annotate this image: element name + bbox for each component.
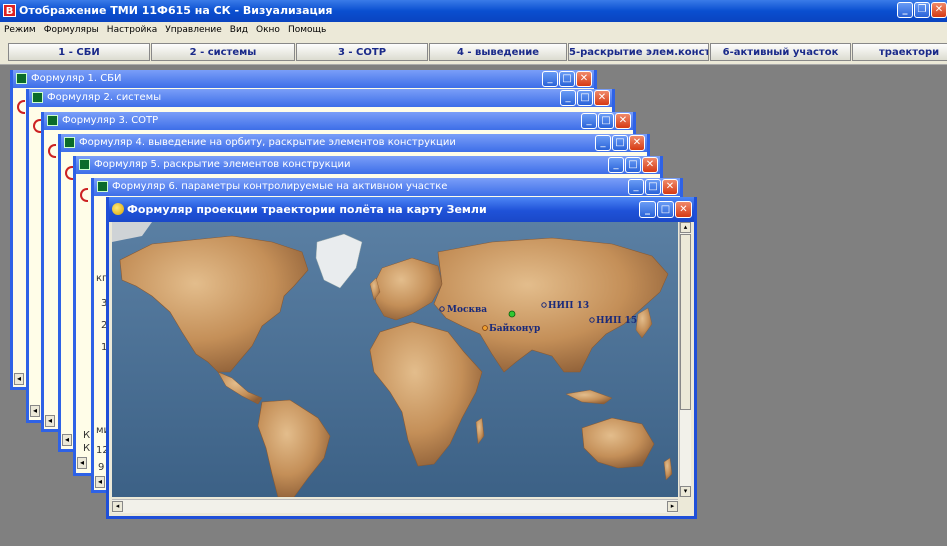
gauge-icon bbox=[80, 188, 88, 202]
form-icon bbox=[79, 159, 90, 170]
form-icon bbox=[47, 115, 58, 126]
form-4-title: Формуляр 4. выведение на орбиту, раскрыт… bbox=[79, 137, 456, 148]
form-4-title-bar[interactable]: Формуляр 4. выведение на орбиту, раскрыт… bbox=[61, 134, 647, 152]
maximize-icon[interactable]: □ bbox=[645, 179, 661, 195]
scroll-left-icon[interactable]: ◂ bbox=[112, 501, 123, 512]
form-5-title: Формуляр 5. раскрытие элементов конструк… bbox=[94, 159, 351, 170]
scroll-right-icon[interactable]: ▸ bbox=[667, 501, 678, 512]
app-window-controls: _ ❐ ✕ bbox=[896, 2, 947, 20]
form-icon bbox=[97, 181, 108, 192]
app-title-bar: В Отображение ТМИ 11Ф615 на СК - Визуали… bbox=[0, 0, 947, 22]
close-icon[interactable]: ✕ bbox=[576, 71, 592, 87]
maximize-icon[interactable]: □ bbox=[625, 157, 641, 173]
minimize-icon[interactable]: _ bbox=[897, 2, 913, 18]
map-window-title: Формуляр проекции траектории полёта на к… bbox=[127, 203, 487, 216]
menu-view[interactable]: Вид bbox=[226, 22, 252, 35]
minimize-icon[interactable]: _ bbox=[639, 201, 656, 218]
app-icon: В bbox=[3, 4, 16, 17]
menu-control[interactable]: Управление bbox=[161, 22, 225, 35]
tab-systems[interactable]: 2 - системы bbox=[151, 43, 295, 61]
form-1-title-bar[interactable]: Формуляр 1. СБИ _ □ ✕ bbox=[13, 70, 594, 88]
scroll-down-icon[interactable]: ▾ bbox=[680, 486, 691, 497]
tab-sbi[interactable]: 1 - СБИ bbox=[8, 43, 150, 61]
tab-active-phase[interactable]: 6-активный участок bbox=[710, 43, 851, 61]
marker-moscow-label: Москва bbox=[447, 305, 487, 315]
world-map-image: Москва НИП 13 Байконур НИП 15 bbox=[112, 222, 678, 497]
minimize-icon[interactable]: _ bbox=[608, 157, 624, 173]
close-icon[interactable]: ✕ bbox=[642, 157, 658, 173]
world-map[interactable]: Москва НИП 13 Байконур НИП 15 bbox=[112, 222, 678, 497]
minimize-icon[interactable]: _ bbox=[581, 113, 597, 129]
app-title: Отображение ТМИ 11Ф615 на СК - Визуализа… bbox=[19, 4, 333, 17]
maximize-icon[interactable]: □ bbox=[559, 71, 575, 87]
close-icon[interactable]: ✕ bbox=[675, 201, 692, 218]
form-6-title-bar[interactable]: Формуляр 6. параметры контролируемые на … bbox=[94, 178, 680, 196]
marker-baikonur-label: Байконур bbox=[489, 323, 540, 334]
form-icon bbox=[16, 73, 27, 84]
form-2-title: Формуляр 2. системы bbox=[47, 92, 162, 103]
close-icon[interactable]: ✕ bbox=[662, 179, 678, 195]
marker-nip15-label: НИП 15 bbox=[596, 316, 637, 326]
form-3-title: Формуляр 3. СОТР bbox=[62, 115, 159, 126]
marker-nip13-label: НИП 13 bbox=[548, 301, 589, 311]
tab-bar: 1 - СБИ 2 - системы 3 - СОТР 4 - выведен… bbox=[0, 40, 947, 65]
form-5-title-bar[interactable]: Формуляр 5. раскрытие элементов конструк… bbox=[76, 156, 660, 174]
scroll-left-icon[interactable]: ◂ bbox=[77, 457, 87, 469]
close-icon[interactable]: ✕ bbox=[615, 113, 631, 129]
baikonur-marker-icon bbox=[482, 325, 488, 331]
close-icon[interactable]: ✕ bbox=[594, 90, 610, 106]
scroll-left-icon[interactable]: ◂ bbox=[95, 476, 105, 488]
form-3-title-bar[interactable]: Формуляр 3. СОТР _ □ ✕ bbox=[44, 112, 633, 130]
menu-bar: Режим Формуляры Настройка Управление Вид… bbox=[0, 22, 947, 40]
form-icon bbox=[32, 92, 43, 103]
scroll-left-icon[interactable]: ◂ bbox=[30, 405, 40, 417]
tab-deployment[interactable]: 5-раскрытие элем.констр. bbox=[568, 43, 709, 61]
form-6-title: Формуляр 6. параметры контролируемые на … bbox=[112, 181, 448, 192]
gauge-icon bbox=[48, 144, 56, 158]
globe-icon bbox=[112, 203, 124, 215]
form-value-label: К bbox=[83, 443, 91, 454]
scroll-left-icon[interactable]: ◂ bbox=[45, 415, 55, 427]
form-value-label: 9 bbox=[98, 462, 105, 473]
scroll-left-icon[interactable]: ◂ bbox=[62, 434, 72, 446]
map-window-title-bar[interactable]: Формуляр проекции траектории полёта на к… bbox=[109, 197, 694, 222]
minimize-icon[interactable]: _ bbox=[560, 90, 576, 106]
gauge-icon bbox=[33, 119, 41, 133]
form-value-label: К bbox=[83, 430, 91, 441]
gauge-icon bbox=[17, 100, 25, 114]
menu-help[interactable]: Помощь bbox=[284, 22, 330, 35]
minimize-icon[interactable]: _ bbox=[628, 179, 644, 195]
restore-icon[interactable]: ❐ bbox=[914, 2, 930, 18]
maximize-icon[interactable]: □ bbox=[612, 135, 628, 151]
menu-forms[interactable]: Формуляры bbox=[40, 22, 103, 35]
menu-mode[interactable]: Режим bbox=[0, 22, 40, 35]
map-vertical-scrollbar[interactable]: ▴ ▾ bbox=[679, 222, 691, 497]
scroll-up-icon[interactable]: ▴ bbox=[680, 222, 691, 233]
minimize-icon[interactable]: _ bbox=[595, 135, 611, 151]
menu-window[interactable]: Окно bbox=[252, 22, 284, 35]
menu-settings[interactable]: Настройка bbox=[103, 22, 162, 35]
form-1-title: Формуляр 1. СБИ bbox=[31, 73, 122, 84]
tab-launch[interactable]: 4 - выведение bbox=[429, 43, 567, 61]
vertical-scroll-thumb[interactable] bbox=[680, 234, 691, 410]
gauge-icon bbox=[65, 166, 73, 180]
close-icon[interactable]: ✕ bbox=[629, 135, 645, 151]
map-horizontal-scrollbar[interactable]: ◂ ▸ bbox=[112, 499, 678, 513]
minimize-icon[interactable]: _ bbox=[542, 71, 558, 87]
tab-sotr[interactable]: 3 - СОТР bbox=[296, 43, 428, 61]
map-window: Формуляр проекции траектории полёта на к… bbox=[106, 197, 697, 519]
maximize-icon[interactable]: □ bbox=[657, 201, 674, 218]
satellite-position-icon bbox=[508, 310, 516, 318]
scroll-left-icon[interactable]: ◂ bbox=[14, 373, 24, 385]
form-icon bbox=[64, 137, 75, 148]
maximize-icon[interactable]: □ bbox=[598, 113, 614, 129]
close-icon[interactable]: ✕ bbox=[931, 2, 947, 18]
form-2-title-bar[interactable]: Формуляр 2. системы _ □ ✕ bbox=[29, 89, 612, 107]
tab-trajectory[interactable]: траектори bbox=[852, 43, 947, 61]
maximize-icon[interactable]: □ bbox=[577, 90, 593, 106]
